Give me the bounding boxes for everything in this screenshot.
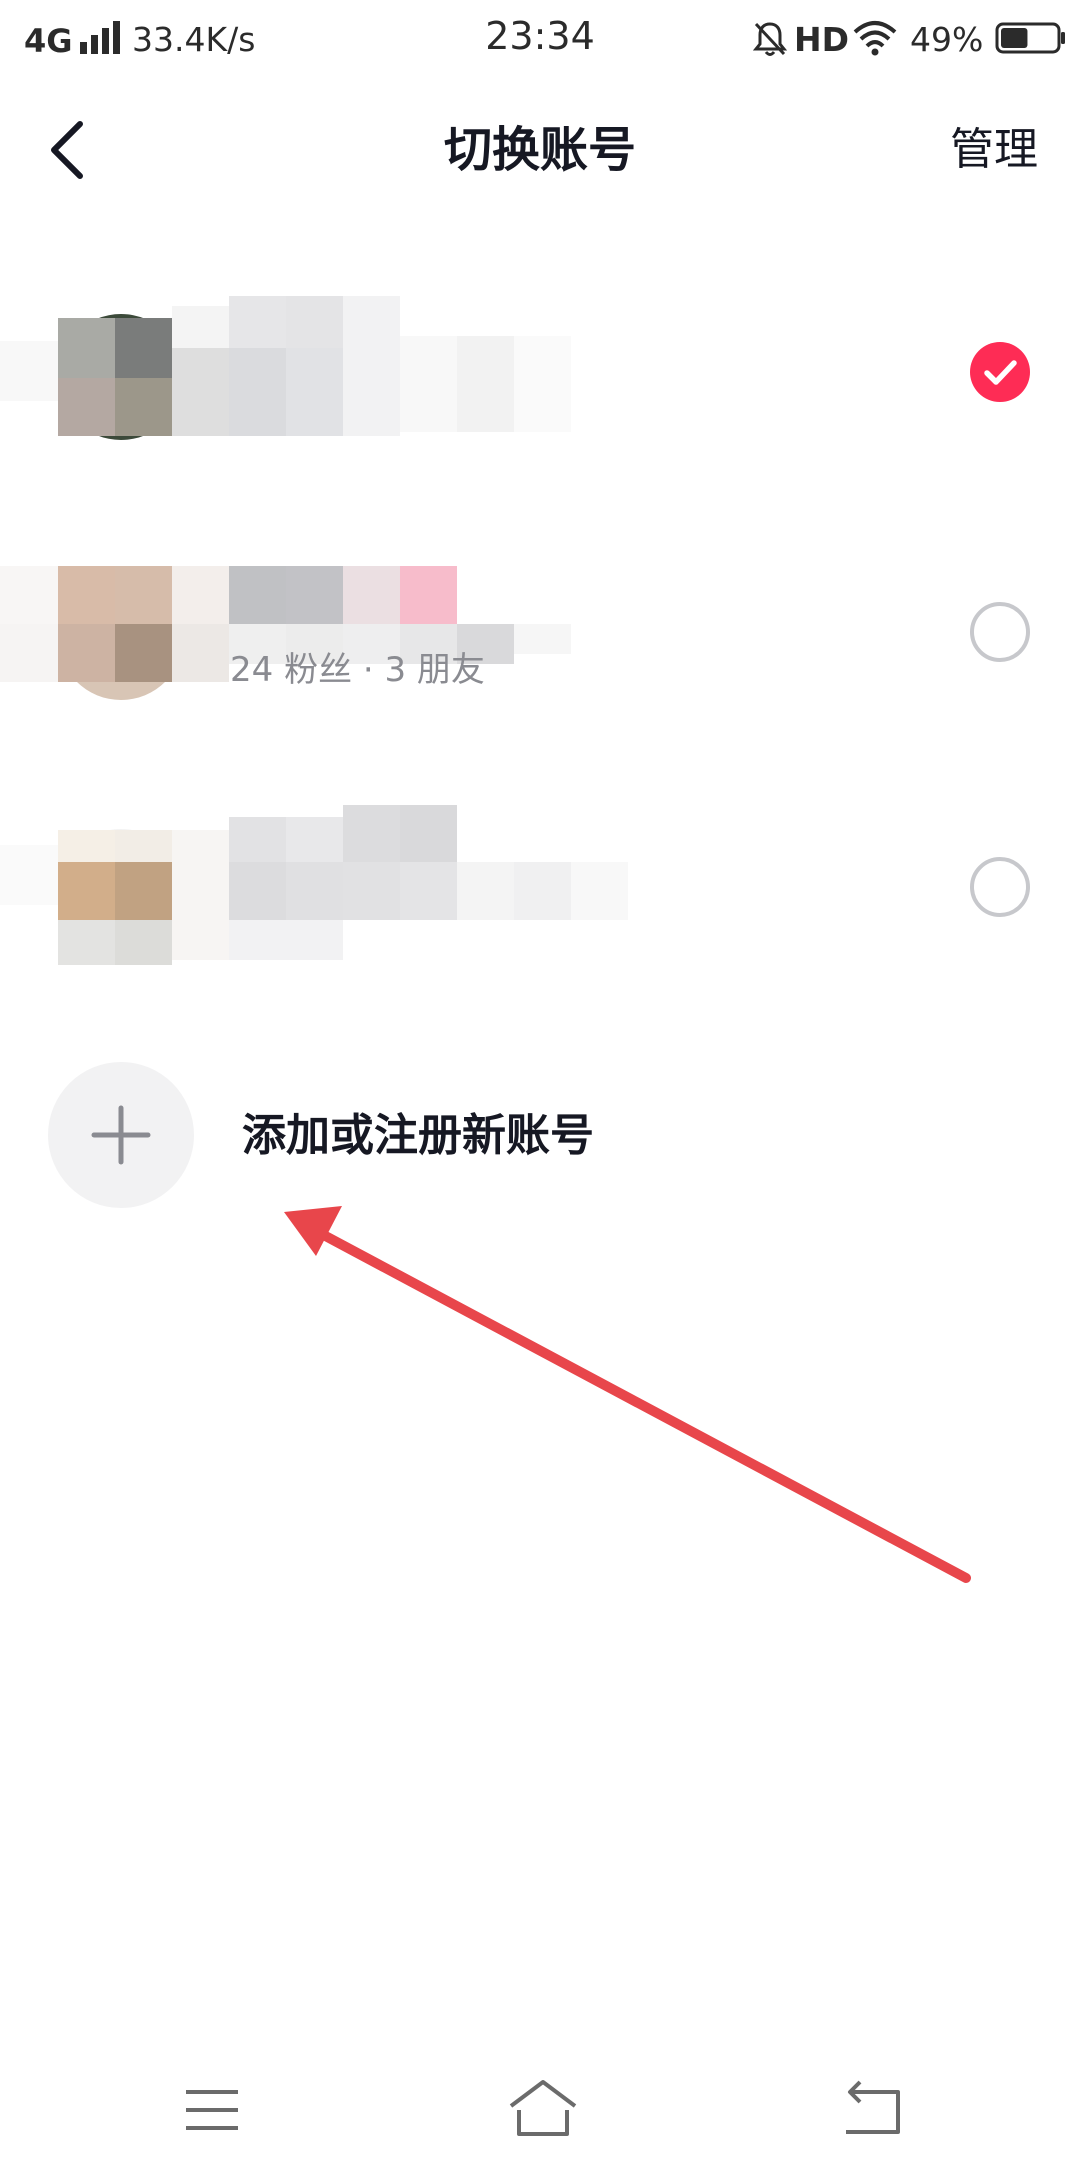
add-account-label: 添加或注册新账号 — [242, 1110, 594, 1161]
selected-check[interactable] — [970, 342, 1030, 402]
back-icon[interactable] — [822, 2070, 922, 2150]
hd-indicator: HD — [794, 20, 850, 59]
bell-off-icon — [752, 22, 788, 56]
menu-icon[interactable] — [162, 2070, 262, 2150]
page-title: 切换账号 — [443, 122, 636, 178]
add-account-row[interactable]: 添加或注册新账号 — [0, 1060, 1080, 1210]
unselected-radio[interactable] — [970, 857, 1030, 917]
account-meta: 24 粉丝 · 3 朋友 — [230, 650, 485, 690]
check-icon — [984, 360, 1017, 385]
manage-button[interactable]: 管理 — [950, 120, 1038, 180]
battery-percent: 49% — [910, 20, 984, 59]
unselected-radio[interactable] — [970, 602, 1030, 662]
home-icon[interactable] — [493, 2070, 593, 2150]
nav-header: 切换账号 管理 — [0, 90, 1080, 210]
account-row-1[interactable] — [0, 270, 1080, 470]
plus-icon — [91, 1105, 151, 1165]
switch-account-screen: 4G 33.4K/s 23:34 HD 49% 切换账号 管理 24 粉丝 · … — [0, 0, 1080, 2160]
add-account-button[interactable] — [48, 1062, 194, 1208]
wifi-icon — [853, 21, 897, 56]
status-bar: 4G 33.4K/s 23:34 HD 49% — [0, 0, 1080, 76]
account-row-3[interactable] — [0, 785, 1080, 985]
battery-icon — [995, 22, 1065, 54]
system-nav-bar — [0, 2060, 1080, 2160]
account-row-2[interactable]: 24 粉丝 · 3 朋友 — [0, 530, 1080, 730]
